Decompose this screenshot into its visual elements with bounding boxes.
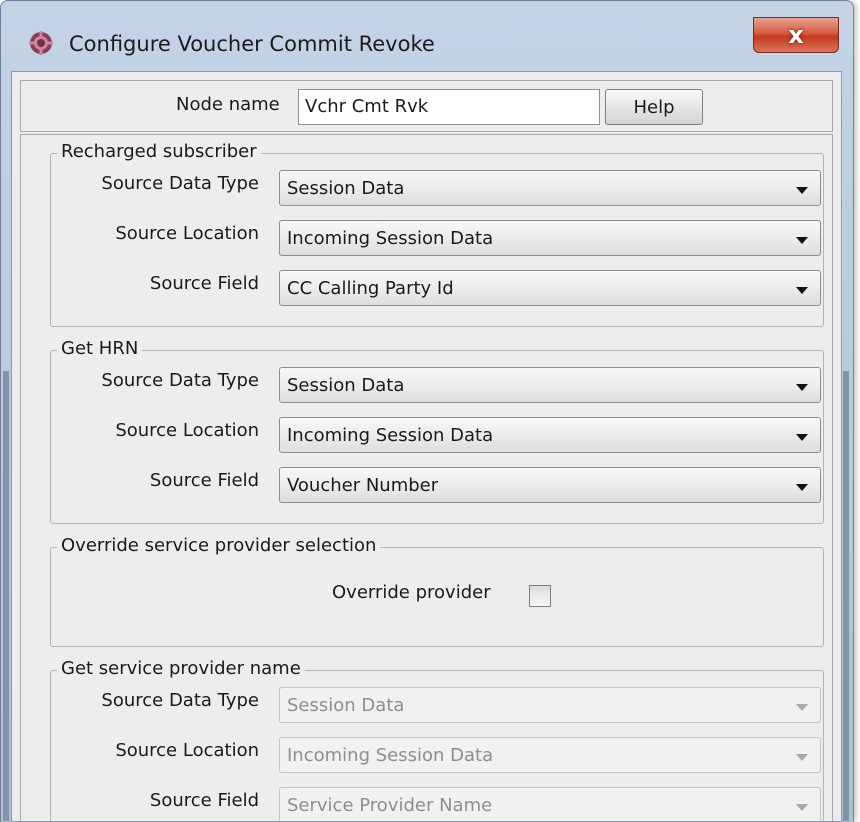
node-name-label: Node name: [176, 94, 280, 115]
override-provider-label: Override provider: [332, 582, 491, 603]
selected-value: Session Data: [287, 178, 405, 199]
chevron-down-icon: [796, 434, 808, 441]
window-edge: [3, 371, 9, 821]
window-title: Configure Voucher Commit Revoke: [69, 32, 435, 56]
help-button[interactable]: Help: [605, 89, 703, 125]
node-name-field[interactable]: Vchr Cmt Rvk: [298, 89, 600, 125]
recharged-subscriber-group: Recharged subscriber Source Data Type Se…: [50, 140, 824, 327]
chevron-down-icon: [796, 754, 808, 761]
source-field-select[interactable]: Service Provider Name: [279, 787, 821, 821]
override-provider-group: Override service provider selection Over…: [50, 534, 824, 647]
title-bar[interactable]: Configure Voucher Commit Revoke x: [1, 1, 853, 71]
override-provider-checkbox[interactable]: [529, 585, 551, 607]
chevron-down-icon: [796, 237, 808, 244]
group-title: Get HRN: [57, 337, 143, 361]
selected-value: Service Provider Name: [287, 795, 493, 816]
chevron-down-icon: [796, 187, 808, 194]
chevron-down-icon: [796, 804, 808, 811]
source-data-type-label: Source Data Type: [101, 173, 259, 194]
source-data-type-select[interactable]: Session Data: [279, 687, 821, 723]
source-field-label: Source Field: [149, 470, 259, 491]
service-provider-name-group: Get service provider name Source Data Ty…: [50, 657, 824, 821]
source-field-label: Source Field: [149, 273, 259, 294]
source-data-type-select[interactable]: Session Data: [279, 367, 821, 403]
group-title: Get service provider name: [57, 657, 305, 681]
chevron-down-icon: [796, 704, 808, 711]
source-data-type-label: Source Data Type: [101, 690, 259, 711]
selected-value: Incoming Session Data: [287, 228, 494, 249]
group-title: Recharged subscriber: [57, 140, 261, 164]
settings-panel: Recharged subscriber Source Data Type Se…: [20, 134, 833, 821]
selected-value: Incoming Session Data: [287, 745, 494, 766]
window-edge: [843, 371, 849, 821]
source-location-select[interactable]: Incoming Session Data: [279, 220, 821, 256]
selected-value: CC Calling Party Id: [287, 278, 454, 299]
chevron-down-icon: [796, 484, 808, 491]
chevron-down-icon: [796, 384, 808, 391]
selected-value: Voucher Number: [287, 475, 439, 496]
app-gear-icon: [29, 31, 53, 55]
source-field-select[interactable]: Voucher Number: [279, 467, 821, 503]
selected-value: Session Data: [287, 695, 405, 716]
source-location-label: Source Location: [115, 740, 259, 761]
selected-value: Session Data: [287, 375, 405, 396]
group-title: Override service provider selection: [57, 534, 381, 558]
chevron-down-icon: [796, 287, 808, 294]
source-location-label: Source Location: [115, 420, 259, 441]
dialog-window: Configure Voucher Commit Revoke x Node n…: [0, 0, 854, 822]
dialog-content: Node name Vchr Cmt Rvk Help Recharged su…: [11, 71, 842, 822]
source-field-label: Source Field: [149, 790, 259, 811]
source-data-type-label: Source Data Type: [101, 370, 259, 391]
source-location-select[interactable]: Incoming Session Data: [279, 737, 821, 773]
close-button[interactable]: x: [753, 17, 839, 53]
source-data-type-select[interactable]: Session Data: [279, 170, 821, 206]
selected-value: Incoming Session Data: [287, 425, 494, 446]
source-location-label: Source Location: [115, 223, 259, 244]
close-icon: x: [788, 21, 804, 49]
node-name-row: Node name Vchr Cmt Rvk Help: [20, 80, 833, 132]
source-location-select[interactable]: Incoming Session Data: [279, 417, 821, 453]
source-field-select[interactable]: CC Calling Party Id: [279, 270, 821, 306]
get-hrn-group: Get HRN Source Data Type Session Data So…: [50, 337, 824, 524]
